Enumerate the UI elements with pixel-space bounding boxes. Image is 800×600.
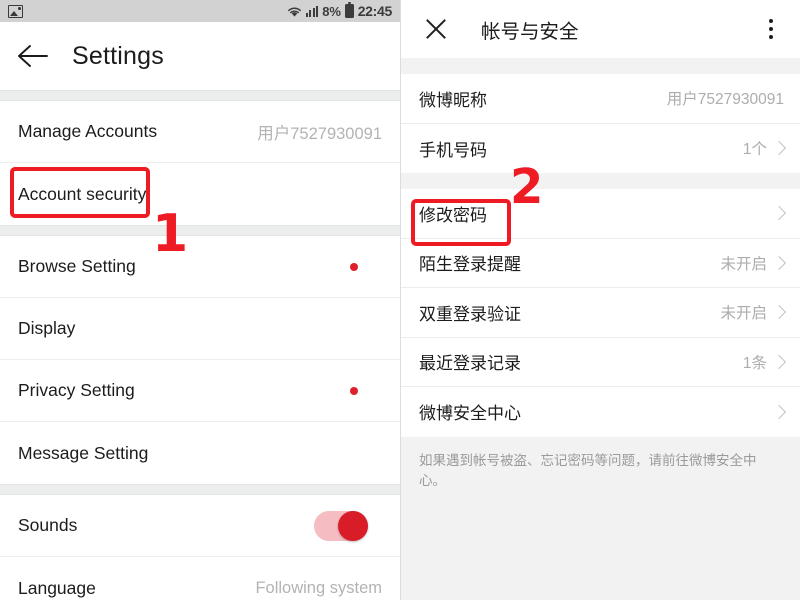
- security-footer-note: 如果遇到帐号被盗、忘记密码等问题，请前往微博安全中心。: [401, 436, 800, 491]
- security-group-profile: 微博昵称 用户7527930091 手机号码 1个: [401, 74, 800, 173]
- list-item-message-setting[interactable]: Message Setting: [0, 422, 400, 484]
- section-separator: [401, 58, 800, 74]
- list-item-value: Following system: [255, 578, 382, 597]
- list-item-account-security[interactable]: Account security: [0, 163, 400, 225]
- section-separator: [0, 90, 400, 101]
- chevron-right-icon: [771, 305, 787, 320]
- page-title: Settings: [72, 41, 164, 70]
- settings-group-preferences: Browse Setting Display Privacy Setting M…: [0, 236, 400, 484]
- list-item-manage-accounts[interactable]: Manage Accounts 用户7527930091: [0, 101, 400, 163]
- list-item-weibo-security-center[interactable]: 微博安全中心: [401, 387, 800, 437]
- chevron-right-icon: [771, 404, 787, 419]
- list-item-value: 用户7527930091: [666, 91, 784, 109]
- list-item-right: 1条: [742, 351, 787, 373]
- settings-group-accounts: Manage Accounts 用户7527930091 Account sec…: [0, 101, 400, 225]
- list-item-unfamiliar-login-alert[interactable]: 陌生登录提醒 未开启: [401, 238, 800, 288]
- list-item-label: 手机号码: [419, 140, 487, 160]
- settings-group-system: Sounds Language Following system: [0, 495, 400, 600]
- left-app-bar: Settings: [0, 22, 400, 90]
- wifi-icon: [287, 5, 302, 18]
- battery-icon: [344, 1, 354, 18]
- toggle-knob: [338, 510, 368, 541]
- chevron-right-icon: [771, 206, 787, 221]
- list-item-label: 微博昵称: [419, 90, 487, 110]
- list-item-label: Browse Setting: [18, 256, 136, 276]
- list-item-label: Message Setting: [18, 442, 149, 463]
- chevron-right-icon: [771, 141, 787, 156]
- list-item-label: Manage Accounts: [18, 121, 158, 141]
- list-item-label: Sounds: [18, 515, 78, 535]
- list-item-right: [767, 206, 787, 221]
- chevron-right-icon: [771, 255, 787, 270]
- chevron-right-icon: [771, 354, 787, 369]
- status-bar-clock: 22:45: [357, 3, 393, 19]
- list-item-label: Account security: [18, 183, 147, 204]
- list-item-right: 未开启: [720, 301, 787, 323]
- list-item-weibo-nickname[interactable]: 微博昵称 用户7527930091: [401, 74, 800, 124]
- left-phone-screen: 8% 22:45 Settings Manage Accounts 用户7527…: [0, 0, 400, 600]
- unread-dot-icon: [350, 386, 358, 395]
- kebab-menu-icon[interactable]: [760, 16, 782, 42]
- section-separator: [0, 225, 400, 236]
- image-icon: [8, 4, 23, 18]
- list-item-right: 用户7527930091: [667, 87, 784, 109]
- right-phone-screen: 帐号与安全 微博昵称 用户7527930091 手机号码 1个 修改密码 陌生登…: [400, 0, 800, 600]
- list-item-display[interactable]: Display: [0, 298, 400, 360]
- status-bar-left: [8, 4, 23, 18]
- status-bar-right: 8% 22:45: [287, 1, 393, 19]
- list-item-label: 修改密码: [419, 205, 487, 225]
- security-group-settings: 修改密码 陌生登录提醒 未开启 双重登录验证 未开启 最近登录记录 1条 微博安…: [401, 189, 800, 437]
- list-item-two-factor-auth[interactable]: 双重登录验证 未开启: [401, 288, 800, 338]
- list-item-browse-setting[interactable]: Browse Setting: [0, 236, 400, 298]
- right-app-bar: 帐号与安全: [401, 0, 800, 58]
- section-separator: [401, 173, 800, 189]
- footer-note-text: 如果遇到帐号被盗、忘记密码等问题，请前往微博安全中心。: [419, 452, 757, 488]
- list-item-value: 1条: [742, 354, 767, 372]
- list-item-recent-login-records[interactable]: 最近登录记录 1条: [401, 337, 800, 387]
- list-item-language[interactable]: Language Following system: [0, 557, 400, 600]
- list-item-right: [767, 404, 787, 419]
- list-item-value: 未开启: [720, 305, 767, 323]
- list-item-label: Privacy Setting: [18, 380, 135, 400]
- list-item-value: 用户7527930091: [257, 124, 382, 143]
- list-item-label: 双重登录验证: [419, 304, 521, 324]
- section-separator: [0, 484, 400, 495]
- list-item-label: 最近登录记录: [419, 354, 521, 374]
- list-item-sounds[interactable]: Sounds: [0, 495, 400, 557]
- list-item-value: 1个: [742, 141, 767, 159]
- sounds-toggle[interactable]: [314, 510, 368, 541]
- battery-percent-label: 8%: [322, 3, 341, 19]
- close-icon[interactable]: [423, 16, 449, 42]
- screenshot-root: 8% 22:45 Settings Manage Accounts 用户7527…: [0, 0, 800, 600]
- list-item-privacy-setting[interactable]: Privacy Setting: [0, 360, 400, 422]
- list-item-phone-number[interactable]: 手机号码 1个: [401, 123, 800, 173]
- cellular-signal-icon: [305, 5, 319, 17]
- list-item-label: 微博安全中心: [419, 404, 521, 424]
- status-bar: 8% 22:45: [0, 0, 400, 22]
- page-title: 帐号与安全: [481, 20, 579, 43]
- list-item-right: 未开启: [720, 252, 787, 274]
- back-arrow-icon[interactable]: [16, 39, 50, 73]
- unread-dot-icon: [350, 262, 358, 271]
- list-item-label: Display: [18, 318, 76, 338]
- list-item-right: 1个: [742, 137, 787, 159]
- list-item-label: Language: [18, 577, 96, 598]
- list-item-label: 陌生登录提醒: [419, 255, 521, 275]
- list-item-value: 未开启: [720, 255, 767, 273]
- list-item-change-password[interactable]: 修改密码: [401, 189, 800, 239]
